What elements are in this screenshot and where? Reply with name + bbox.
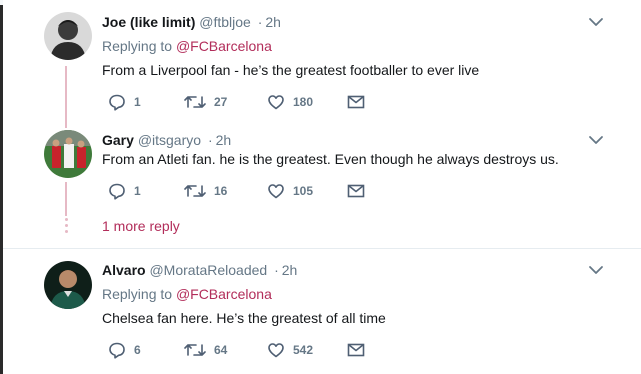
display-name[interactable]: Gary [102,132,134,148]
reply-icon [109,94,125,111]
direct-message-button[interactable] [347,181,365,201]
envelope-icon [347,95,365,109]
display-name[interactable]: Joe (like limit) [102,14,195,30]
retweet-button[interactable]: 27 [184,92,227,112]
tweet-actions: 1 16 105 [102,181,402,201]
retweet-icon [184,344,206,356]
reply-icon [109,183,125,200]
tweet-header: Alvaro @MorataReloaded · 2h [102,261,297,279]
thread-line [65,66,67,122]
replying-to-label: Replying to [102,286,176,302]
like-button[interactable]: 180 [267,92,313,112]
replying-to: Replying to @FCBarcelona [102,37,272,55]
retweet-count: 27 [214,95,228,109]
reply-button[interactable]: 1 [108,181,141,201]
tweet-header: Gary @itsgaryo · 2h [102,131,231,149]
tweet-text: From an Atleti fan. he is the greatest. … [102,151,559,167]
retweet-icon [184,185,206,197]
replying-to: Replying to @FCBarcelona [102,285,272,303]
thread-line [65,122,67,128]
user-handle[interactable]: @itsgaryo [138,132,201,148]
like-button[interactable]: 105 [267,181,313,201]
timestamp[interactable]: 2h [282,262,298,278]
direct-message-button[interactable] [347,340,365,360]
avatar[interactable] [44,12,92,60]
avatar[interactable] [44,261,92,309]
retweet-icon [184,96,206,108]
like-count: 180 [293,95,314,109]
direct-message-button[interactable] [347,92,365,112]
chevron-down-icon[interactable] [588,264,604,276]
separator-dot: · [257,14,263,30]
thread-line [65,182,67,216]
envelope-icon [347,343,365,357]
heart-icon [268,95,284,110]
like-count: 105 [293,184,314,198]
heart-icon [268,184,284,199]
separator-dot: · [207,132,213,148]
tweet-gary[interactable]: Gary @itsgaryo · 2h From an Atleti fan. h… [3,122,641,248]
tweet-header: Joe (like limit) @ftbljoe · 2h [102,13,281,31]
heart-icon [268,343,284,358]
tweet-joe[interactable]: Joe (like limit) @ftbljoe · 2h Replying t… [3,0,641,122]
timestamp[interactable]: 2h [265,14,281,30]
user-handle[interactable]: @ftbljoe [199,14,251,30]
timestamp[interactable]: 2h [216,132,232,148]
replying-to-mention[interactable]: @FCBarcelona [176,38,272,54]
reply-count: 1 [134,95,141,109]
like-count: 542 [293,343,314,357]
envelope-icon [347,184,365,198]
tweet-text: Chelsea fan here. He’s the greatest of a… [102,310,386,326]
retweet-button[interactable]: 64 [184,340,227,360]
reply-count: 1 [134,184,141,198]
replying-to-mention[interactable]: @FCBarcelona [176,286,272,302]
reply-button[interactable]: 6 [108,340,141,360]
tweet-text: From a Liverpool fan - he’s the greatest… [102,62,480,78]
more-replies-link[interactable]: 1 more reply [102,217,180,235]
separator-dot: · [274,262,279,278]
retweet-count: 64 [214,343,228,357]
retweet-button[interactable]: 16 [184,181,227,201]
chevron-down-icon[interactable] [588,134,604,146]
reply-icon [109,342,125,359]
tweet-actions: 1 27 180 [102,92,402,112]
replying-to-label: Replying to [102,38,176,54]
retweet-count: 16 [214,184,228,198]
like-button[interactable]: 542 [267,340,313,360]
tweet-actions: 6 64 542 [102,340,402,360]
user-handle[interactable]: @MorataReloaded [149,262,267,278]
tweet-alvaro[interactable]: Alvaro @MorataReloaded · 2h Replying to @… [3,249,641,374]
display-name[interactable]: Alvaro [102,262,146,278]
reply-button[interactable]: 1 [108,92,141,112]
avatar[interactable] [44,130,92,178]
chevron-down-icon[interactable] [588,16,604,28]
reply-count: 6 [134,343,141,357]
